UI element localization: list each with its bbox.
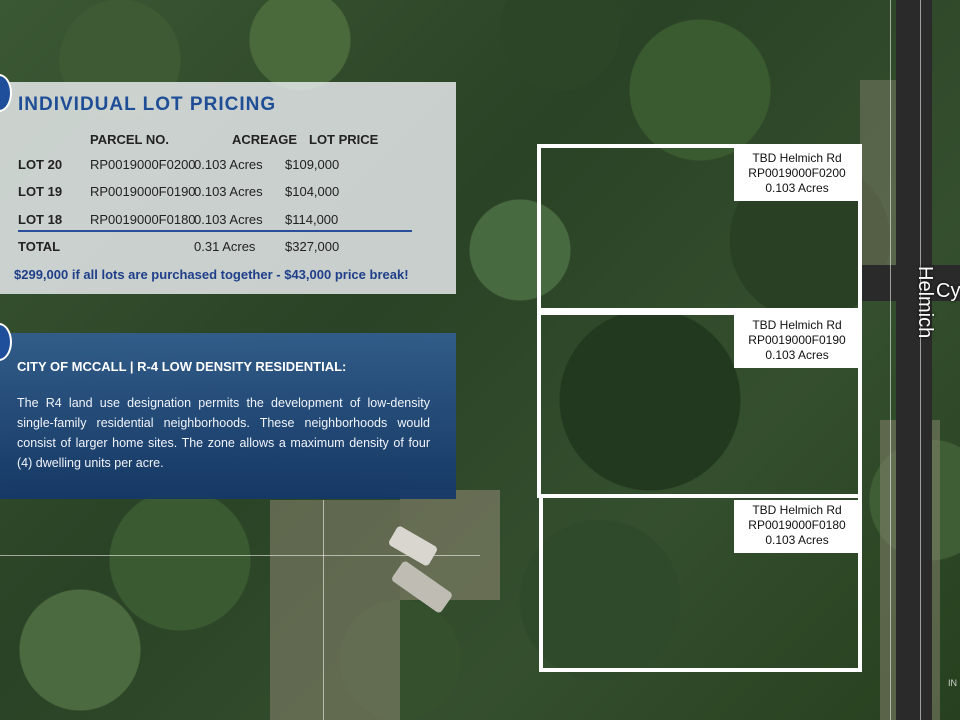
row-parcel: RP0019000F0200 bbox=[90, 157, 196, 172]
street-label-cy: Cy bbox=[936, 280, 960, 302]
clearing bbox=[270, 500, 400, 720]
row-price: $109,000 bbox=[285, 157, 340, 172]
total-acreage: 0.31 Acres bbox=[194, 239, 256, 254]
lot-parcel: RP0019000F0180 bbox=[748, 518, 846, 532]
row-lot: LOT 18 bbox=[18, 212, 63, 227]
row-price: $104,000 bbox=[285, 184, 340, 199]
pricing-title: INDIVIDUAL LOT PRICING bbox=[18, 94, 277, 115]
lot-acreage: 0.103 Acres bbox=[765, 533, 829, 547]
header-price: LOT PRICE bbox=[309, 132, 379, 147]
watermark: IN bbox=[948, 678, 957, 688]
total-label: TOTAL bbox=[18, 239, 61, 254]
lot-parcel: RP0019000F0200 bbox=[748, 166, 846, 180]
row-parcel: RP0019000F0190 bbox=[90, 184, 196, 199]
lot-street: TBD Helmich Rd bbox=[752, 503, 842, 517]
power-line bbox=[890, 0, 891, 720]
total-price: $327,000 bbox=[285, 239, 340, 254]
row-parcel: RP0019000F0180 bbox=[90, 212, 196, 227]
total-divider bbox=[18, 230, 412, 232]
zoning-title: CITY OF MCCALL | R-4 LOW DENSITY RESIDEN… bbox=[17, 359, 347, 374]
lot-parcel: RP0019000F0190 bbox=[748, 333, 846, 347]
row-acreage: 0.103 Acres bbox=[194, 212, 263, 227]
street-label-helmich: Helmich bbox=[914, 266, 936, 339]
row-price: $114,000 bbox=[285, 212, 339, 227]
row-lot: LOT 20 bbox=[18, 157, 63, 172]
lot-street: TBD Helmich Rd bbox=[752, 318, 842, 332]
helmich-road bbox=[896, 0, 932, 720]
lot-acreage: 0.103 Acres bbox=[765, 181, 829, 195]
bundle-deal-text: $299,000 if all lots are purchased toget… bbox=[14, 267, 409, 282]
row-acreage: 0.103 Acres bbox=[194, 184, 263, 199]
lot-20-label: TBD Helmich Rd RP0019000F0200 0.103 Acre… bbox=[734, 148, 860, 201]
zoning-panel: CITY OF MCCALL | R-4 LOW DENSITY RESIDEN… bbox=[0, 323, 456, 499]
row-lot: LOT 19 bbox=[18, 184, 63, 199]
row-acreage: 0.103 Acres bbox=[194, 157, 263, 172]
lot-street: TBD Helmich Rd bbox=[752, 151, 842, 165]
power-line bbox=[920, 0, 921, 720]
header-parcel: PARCEL NO. bbox=[90, 132, 169, 147]
header-acreage: ACREAGE bbox=[232, 132, 298, 147]
lot-acreage: 0.103 Acres bbox=[765, 348, 829, 362]
lot-pricing-panel: INDIVIDUAL LOT PRICING PARCEL NO. ACREAG… bbox=[0, 74, 456, 294]
lot-19-label: TBD Helmich Rd RP0019000F0190 0.103 Acre… bbox=[734, 315, 860, 368]
zoning-description: The R4 land use designation permits the … bbox=[17, 396, 430, 470]
lot-18-label: TBD Helmich Rd RP0019000F0180 0.103 Acre… bbox=[734, 500, 860, 553]
power-line bbox=[323, 500, 324, 720]
